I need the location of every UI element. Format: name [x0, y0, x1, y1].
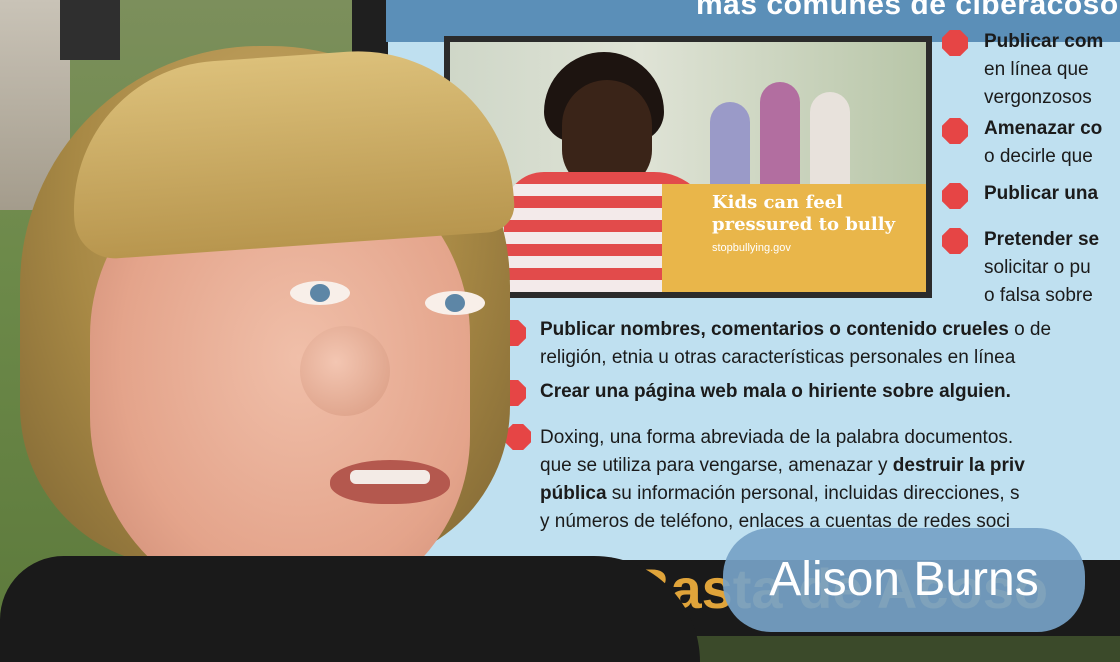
interviewee-shirt: [0, 556, 700, 662]
poster-item-4-line-2: solicitar o pu: [984, 257, 1091, 278]
poster-item-7-line-1: Doxing, una forma abreviada de la palabr…: [540, 427, 1014, 448]
interviewee: [0, 26, 700, 662]
interviewee-fringe: [63, 40, 517, 262]
photo-banner: Kids can feel pressured to bully stopbul…: [662, 184, 926, 292]
poster-item-7-line-3-a: su información personal, incluidas direc…: [606, 483, 1020, 504]
bullet-icon: [942, 118, 968, 144]
photo-logo: stopbullying.gov: [712, 242, 791, 254]
bullet-icon: [942, 228, 968, 254]
eye: [425, 291, 485, 315]
poster-item-7-line-2-b: destruir la priv: [892, 455, 1025, 476]
poster-item-7-line-3: pública su información personal, incluid…: [540, 480, 1019, 508]
poster-item-1-line-3: vergonzosos: [984, 87, 1092, 108]
poster-item-2-line-1: Amenazar co: [984, 118, 1103, 139]
poster-header-text: más comunes de ciberacoso: [696, 0, 1119, 21]
mouth: [330, 460, 450, 504]
poster-item-5-line-2: religión, etnia u otras características …: [540, 347, 1016, 368]
poster-item-3-line-1: Publicar una: [984, 183, 1099, 204]
name-caption-text: Alison Burns: [769, 553, 1039, 606]
poster-item-1-line-2: en línea que: [984, 59, 1089, 80]
poster-item-5-line-1: Publicar nombres, comentarios o contenid…: [540, 316, 1051, 344]
poster-item-5-bold: Publicar nombres, comentarios o contenid…: [540, 319, 1009, 340]
photo-caption: Kids can feel pressured to bully: [712, 192, 896, 235]
bullet-icon: [942, 30, 968, 56]
nose: [300, 326, 390, 416]
poster-item-7-line-2-a: que se utiliza para vengarse, amenazar y: [540, 455, 893, 476]
eye: [290, 281, 350, 305]
poster-item-7-line-3-b: pública: [540, 483, 607, 504]
poster-item-7-line-2: que se utiliza para vengarse, amenazar y…: [540, 452, 1025, 480]
bullet-icon: [942, 183, 968, 209]
poster-item-2-line-2: o decirle que: [984, 146, 1093, 167]
poster-item-6-line-1: Crear una página web mala o hiriente sob…: [540, 381, 1011, 402]
poster-item-1-line-1: Publicar com: [984, 31, 1104, 52]
poster-item-5-rest: o de: [1008, 319, 1052, 340]
name-caption: Alison Burns: [723, 528, 1085, 632]
poster-item-4-line-3: o falsa sobre: [984, 285, 1093, 306]
poster-item-4-line-1: Pretender se: [984, 229, 1100, 250]
